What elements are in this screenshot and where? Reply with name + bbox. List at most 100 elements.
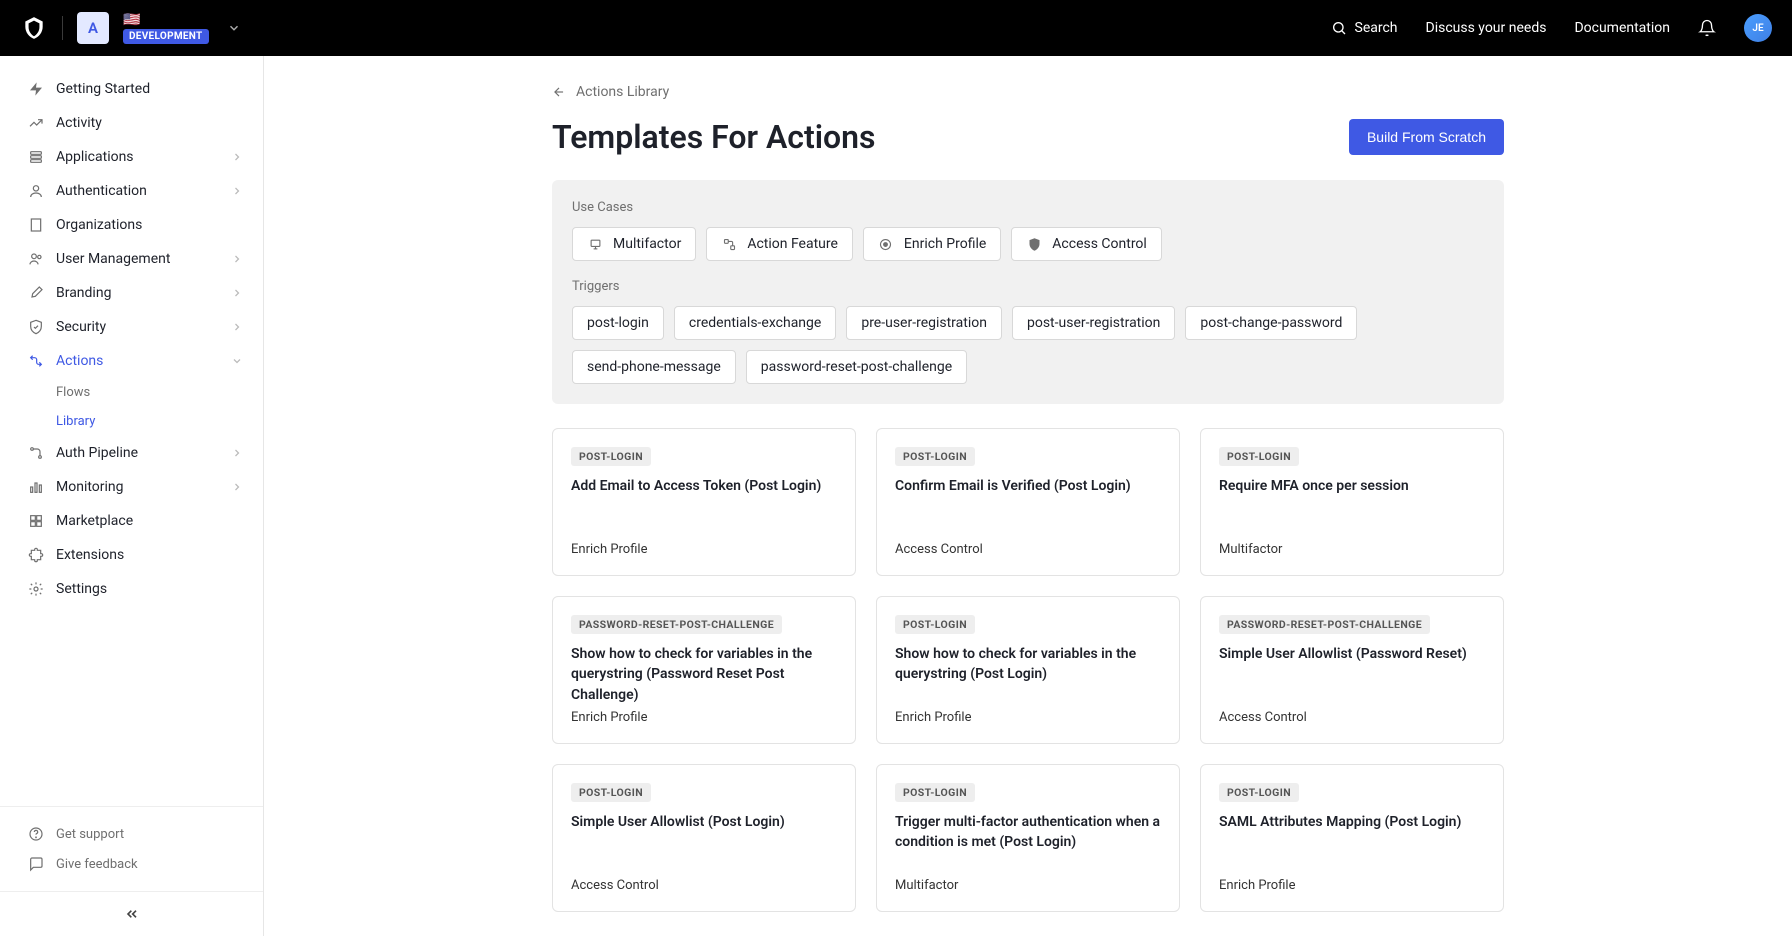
card-trigger-badge: POST-LOGIN	[571, 447, 651, 466]
template-card[interactable]: POST-LOGIN Confirm Email is Verified (Po…	[876, 428, 1180, 576]
filter-panel: Use Cases Multifactor Action Feature Enric…	[552, 180, 1504, 404]
usecase-chip-action-feature[interactable]: Action Feature	[706, 227, 853, 261]
flow-icon	[28, 353, 44, 369]
usecase-chip-access-control[interactable]: Access Control	[1011, 227, 1162, 261]
chevron-right-icon	[231, 253, 243, 265]
sidebar-item-authentication[interactable]: Authentication	[0, 174, 263, 208]
sidebar: Getting Started Activity Applications Au…	[0, 56, 264, 936]
brush-icon	[28, 285, 44, 301]
card-usecase: Enrich Profile	[895, 710, 1161, 725]
sidebar-item-branding[interactable]: Branding	[0, 276, 263, 310]
sidebar-get-support[interactable]: Get support	[0, 819, 263, 849]
trigger-chip-send-phone-message[interactable]: send-phone-message	[572, 350, 736, 384]
sidebar-item-auth-pipeline[interactable]: Auth Pipeline	[0, 436, 263, 470]
collapse-sidebar-button[interactable]	[124, 906, 140, 922]
auth0-logo[interactable]	[20, 14, 48, 42]
discuss-link[interactable]: Discuss your needs	[1426, 20, 1547, 36]
sidebar-item-monitoring[interactable]: Monitoring	[0, 470, 263, 504]
template-card[interactable]: POST-LOGIN Add Email to Access Token (Po…	[552, 428, 856, 576]
card-title: Show how to check for variables in the q…	[895, 644, 1161, 685]
shield-check-icon	[28, 319, 44, 335]
sidebar-item-settings[interactable]: Settings	[0, 572, 263, 606]
puzzle-icon	[28, 547, 44, 563]
gear-icon	[28, 581, 44, 597]
sidebar-item-label: Security	[56, 319, 219, 335]
sidebar-item-getting-started[interactable]: Getting Started	[0, 72, 263, 106]
bolt-icon	[28, 81, 44, 97]
trigger-chip-pre-user-registration[interactable]: pre-user-registration	[846, 306, 1002, 340]
back-link[interactable]: Actions Library	[552, 84, 1504, 100]
build-from-scratch-button[interactable]: Build From Scratch	[1349, 119, 1504, 155]
template-card[interactable]: PASSWORD-RESET-POST-CHALLENGE Simple Use…	[1200, 596, 1504, 744]
page-title: Templates For Actions	[552, 118, 876, 156]
sidebar-subitem-flows[interactable]: Flows	[0, 378, 263, 407]
card-title: Simple User Allowlist (Post Login)	[571, 812, 837, 832]
trigger-chip-post-login[interactable]: post-login	[572, 306, 664, 340]
chip-label: password-reset-post-challenge	[761, 359, 952, 375]
bars-icon	[28, 479, 44, 495]
stack-icon	[28, 149, 44, 165]
sidebar-item-extensions[interactable]: Extensions	[0, 538, 263, 572]
sidebar-item-label: Authentication	[56, 183, 219, 199]
sidebar-give-feedback[interactable]: Give feedback	[0, 849, 263, 879]
card-trigger-badge: POST-LOGIN	[895, 615, 975, 634]
chart-icon	[28, 115, 44, 131]
sidebar-item-organizations[interactable]: Organizations	[0, 208, 263, 242]
trigger-chip-credentials-exchange[interactable]: credentials-exchange	[674, 306, 836, 340]
sidebar-item-security[interactable]: Security	[0, 310, 263, 344]
template-card[interactable]: POST-LOGIN Show how to check for variabl…	[876, 596, 1180, 744]
template-card[interactable]: POST-LOGIN SAML Attributes Mapping (Post…	[1200, 764, 1504, 912]
usecase-chip-multifactor[interactable]: Multifactor	[572, 227, 696, 261]
chevron-down-icon	[231, 355, 243, 367]
usecases-label: Use Cases	[572, 200, 1484, 215]
sidebar-item-label: Actions	[56, 353, 219, 369]
chevron-right-icon	[231, 447, 243, 459]
template-card[interactable]: POST-LOGIN Simple User Allowlist (Post L…	[552, 764, 856, 912]
usecase-icon	[1026, 236, 1042, 252]
sidebar-item-marketplace[interactable]: Marketplace	[0, 504, 263, 538]
chip-label: Multifactor	[613, 236, 681, 252]
grid-icon	[28, 513, 44, 529]
sidebar-item-applications[interactable]: Applications	[0, 140, 263, 174]
documentation-link[interactable]: Documentation	[1574, 20, 1670, 36]
label: Get support	[56, 827, 124, 842]
search-button[interactable]: Search	[1331, 20, 1398, 36]
card-trigger-badge: POST-LOGIN	[571, 783, 651, 802]
sidebar-item-label: Applications	[56, 149, 219, 165]
chip-label: Action Feature	[747, 236, 838, 252]
template-card[interactable]: PASSWORD-RESET-POST-CHALLENGE Show how t…	[552, 596, 856, 744]
pipeline-icon	[28, 445, 44, 461]
sidebar-item-label: User Management	[56, 251, 219, 267]
trigger-chip-password-reset-post-challenge[interactable]: password-reset-post-challenge	[746, 350, 967, 384]
card-trigger-badge: POST-LOGIN	[895, 783, 975, 802]
env-badge: DEVELOPMENT	[123, 29, 209, 44]
usecase-icon	[721, 236, 737, 252]
template-card[interactable]: POST-LOGIN Require MFA once per session …	[1200, 428, 1504, 576]
back-link-label: Actions Library	[576, 84, 669, 100]
card-trigger-badge: POST-LOGIN	[1219, 447, 1299, 466]
card-trigger-badge: POST-LOGIN	[1219, 783, 1299, 802]
sidebar-item-label: Extensions	[56, 547, 243, 563]
sidebar-item-label: Marketplace	[56, 513, 243, 529]
chevron-right-icon	[231, 151, 243, 163]
building-icon	[28, 217, 44, 233]
sidebar-subitem-library[interactable]: Library	[0, 407, 263, 436]
trigger-chip-post-change-password[interactable]: post-change-password	[1185, 306, 1357, 340]
template-card[interactable]: POST-LOGIN Trigger multi-factor authenti…	[876, 764, 1180, 912]
sidebar-item-activity[interactable]: Activity	[0, 106, 263, 140]
avatar[interactable]: JE	[1744, 14, 1772, 42]
tenant-switcher-chevron[interactable]	[223, 17, 245, 39]
card-title: Require MFA once per session	[1219, 476, 1485, 496]
card-trigger-badge: POST-LOGIN	[895, 447, 975, 466]
env-selector[interactable]: 🇺🇸 DEVELOPMENT	[123, 13, 209, 44]
chevron-right-icon	[231, 321, 243, 333]
usecase-icon	[587, 236, 603, 252]
tenant-badge[interactable]: A	[77, 12, 109, 44]
sidebar-item-actions[interactable]: Actions	[0, 344, 263, 378]
trigger-chip-post-user-registration[interactable]: post-user-registration	[1012, 306, 1175, 340]
sidebar-item-user-management[interactable]: User Management	[0, 242, 263, 276]
notifications-icon[interactable]	[1698, 19, 1716, 37]
usecase-chip-enrich-profile[interactable]: Enrich Profile	[863, 227, 1001, 261]
card-trigger-badge: PASSWORD-RESET-POST-CHALLENGE	[571, 615, 782, 634]
sidebar-item-label: Getting Started	[56, 81, 243, 97]
